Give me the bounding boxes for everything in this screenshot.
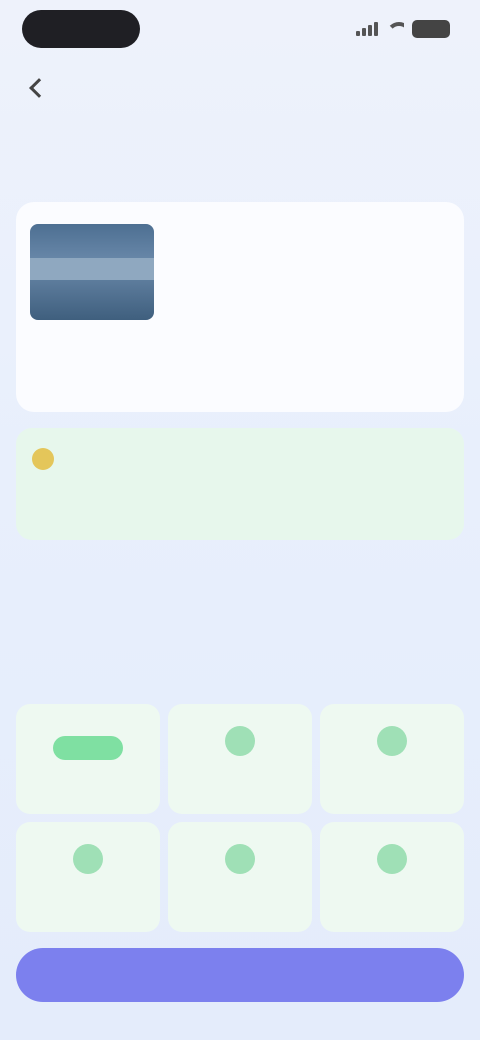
perks-grid [16, 704, 464, 932]
promo-heading [32, 448, 72, 470]
coin-icon [32, 448, 54, 470]
product-thumbnail [30, 224, 154, 320]
battery-icon [412, 20, 450, 38]
perk-item[interactable] [320, 822, 464, 932]
perk-icon [225, 844, 255, 874]
perk-item[interactable] [168, 704, 312, 814]
badge-icon [53, 736, 123, 760]
perk-item[interactable] [168, 822, 312, 932]
product-card[interactable] [16, 202, 464, 412]
page-header [0, 70, 480, 106]
perks-section-subtitle [60, 672, 420, 680]
status-icons [356, 20, 450, 38]
perk-icon [377, 844, 407, 874]
perk-item[interactable] [320, 704, 464, 814]
signal-icon [356, 22, 378, 36]
perk-icon [73, 844, 103, 874]
perk-item[interactable] [16, 704, 160, 814]
perk-icon [225, 726, 255, 756]
perk-icon [377, 726, 407, 756]
status-time [22, 10, 140, 48]
perk-item[interactable] [16, 822, 160, 932]
wifi-icon [386, 22, 404, 36]
promo-box [16, 428, 464, 540]
status-bar [0, 0, 480, 62]
primary-cta-button[interactable] [16, 948, 464, 1002]
back-icon[interactable] [26, 78, 46, 98]
